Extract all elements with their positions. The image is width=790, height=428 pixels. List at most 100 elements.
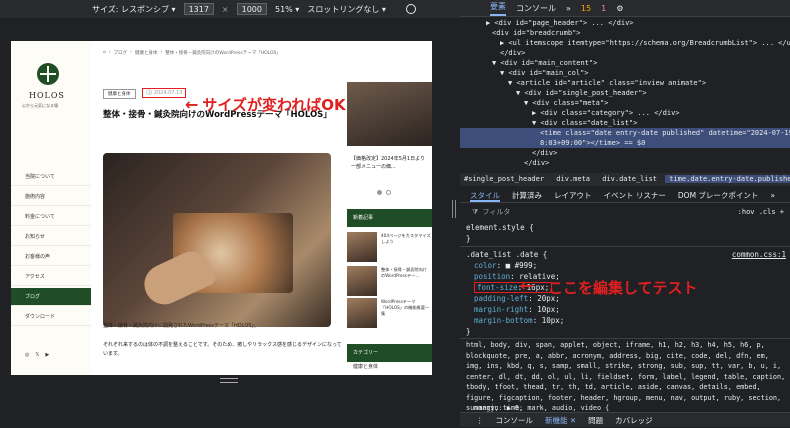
body-paragraph: 整体・接骨・鍼灸院向けに開発されたWordPressテーマ「HOLOS」。 (103, 323, 259, 329)
nav-item[interactable]: アクセス (11, 268, 91, 286)
width-input[interactable]: 1317 (183, 3, 214, 15)
warning-count[interactable]: 15 (581, 4, 591, 13)
tab-styles[interactable]: スタイル (470, 188, 500, 202)
slider-thumbnail[interactable] (347, 82, 432, 146)
dom-node[interactable]: ▼ <article id="article" class="inview an… (460, 78, 790, 88)
slider-dot[interactable] (386, 190, 391, 195)
slider-dot[interactable] (377, 190, 382, 195)
red-arrow-icon: ← (185, 95, 199, 114)
css-prop-row[interactable]: color: ■ #999; (460, 260, 790, 271)
tab-computed[interactable]: 計算済み (512, 188, 542, 202)
new-post-thumb[interactable] (347, 298, 377, 328)
dom-node[interactable]: </div> (460, 48, 790, 58)
dom-node[interactable]: </div> (460, 148, 790, 158)
dom-node[interactable]: ▼ <div id="single_post_header"> (460, 88, 790, 98)
new-post-item[interactable]: 404ページをカスタマイズしよう (347, 232, 432, 266)
slider-dots (377, 190, 391, 195)
error-count[interactable]: 1 (601, 4, 606, 13)
rotate-icon[interactable] (405, 4, 416, 14)
right-column: 【価格改定】2024年5月1日より一部メニューの価... 新着記事 404ページ… (347, 41, 432, 375)
styles-filter[interactable]: ⧩ フィルタ :hov .cls + (460, 205, 790, 220)
dom-node[interactable]: ▶ <div id="page_header"> ... </div> (460, 18, 790, 28)
rule-source-link[interactable]: common.css:1 (732, 249, 786, 260)
new-post-thumb[interactable] (347, 266, 377, 296)
new-post-title[interactable]: 整体・接骨・鍼灸院向けのWordPressテー... (381, 267, 431, 279)
new-post-item[interactable]: 整体・接骨・鍼灸院向けのWordPressテー... (347, 266, 432, 300)
dom-node-selected[interactable]: <time class="date entry-date published" … (460, 128, 790, 138)
tab-more[interactable]: » (566, 4, 571, 13)
dom-crumb-current[interactable]: time.date.entry-date.published (665, 175, 790, 183)
resize-handle-right[interactable] (452, 200, 456, 218)
social-links: ◎ 𝕏 ▶ (25, 352, 49, 358)
home-icon[interactable]: ⌂ (103, 50, 106, 56)
new-post-title[interactable]: WordPressテーマ「HOLOS」の機能概要一集 (381, 299, 431, 317)
css-prop-name: padding-left (474, 294, 529, 303)
breadcrumb-link[interactable]: 健康と身体 (135, 50, 158, 56)
dom-node[interactable]: ▶ <div class="category"> ... </div> (460, 108, 790, 118)
dom-crumb[interactable]: #single_post_header (460, 175, 548, 183)
drawer-menu-icon[interactable]: ⋮ (476, 413, 484, 427)
css-prop-name: color (474, 261, 497, 270)
throttle-dropdown[interactable]: スロットリングなし ▾ (307, 4, 386, 15)
filter-input[interactable]: フィルタ (482, 208, 510, 216)
css-prop-row[interactable]: margin-right: 10px; (460, 304, 790, 315)
drawer-tab-whats-new[interactable]: 新機能 ✕ (545, 413, 576, 427)
tab-layout[interactable]: レイアウト (554, 188, 592, 202)
dom-node[interactable]: ▼ <div class="date_list"> (460, 118, 790, 128)
instagram-icon[interactable]: ◎ (25, 352, 29, 358)
annotation-left-text: サイズが変わればOK (202, 96, 346, 114)
devtools-panel: 要素 コンソール » 15 1 ⚙ ▶ <div id="page_header… (460, 0, 790, 427)
element-style-open[interactable]: element.style { (460, 222, 790, 233)
css-prop-row[interactable]: margin-bottom: 10px; (460, 315, 790, 326)
dom-node[interactable]: ▼ <div class="meta"> (460, 98, 790, 108)
logo-icon[interactable] (37, 63, 59, 85)
resize-handle-bottom[interactable] (220, 378, 238, 383)
nav-item[interactable]: お客様の声 (11, 248, 91, 266)
nav-item[interactable]: 当院について (11, 168, 91, 186)
highlight-box: font-size: 16px; (474, 282, 553, 293)
tab-more[interactable]: » (770, 188, 775, 202)
slider-card-title[interactable]: 【価格改定】2024年5月1日より一部メニューの価... (347, 155, 432, 171)
filter-tools[interactable]: :hov .cls + (738, 205, 784, 220)
dom-crumb[interactable]: div.meta (552, 175, 594, 183)
tab-elements[interactable]: 要素 (490, 1, 506, 16)
youtube-icon[interactable]: ▶ (45, 352, 49, 358)
tab-console[interactable]: コンソール (516, 3, 556, 14)
height-input[interactable]: 1000 (236, 3, 267, 15)
size-dropdown[interactable]: サイズ: レスポンシブ ▾ (92, 4, 176, 15)
dom-node[interactable]: ▼ <div id="main_content"> (460, 58, 790, 68)
new-posts-heading: 新着記事 (347, 209, 432, 227)
brand-name[interactable]: HOLOS (29, 91, 65, 100)
drawer-tab-coverage[interactable]: カバレッジ (615, 413, 653, 427)
dom-node[interactable]: ▶ <ul itemscope itemtype="https://schema… (460, 38, 790, 48)
browser-viewport-area: サイズ: レスポンシブ ▾ 1317 × 1000 51% ▾ スロットリングな… (0, 0, 460, 427)
zoom-dropdown[interactable]: 51% ▾ (275, 5, 299, 14)
nav-item[interactable]: お知らせ (11, 228, 91, 246)
post-date: 🕓 2024.07.13 (142, 88, 187, 98)
new-post-thumb[interactable] (347, 232, 377, 262)
nav-item[interactable]: 料金について (11, 208, 91, 226)
css-prop-name: position (474, 272, 511, 281)
dom-crumb[interactable]: div.date_list (598, 175, 661, 183)
tab-event-listeners[interactable]: イベント リスナー (604, 188, 666, 202)
tab-dom-breakpoints[interactable]: DOM ブレークポイント (678, 188, 759, 202)
nav-item[interactable]: 施術内容 (11, 188, 91, 206)
gear-icon[interactable]: ⚙ (616, 4, 623, 13)
category-tag[interactable]: 健康と身体 (103, 89, 136, 99)
category-heading: カテゴリー (347, 344, 432, 362)
category-item[interactable]: 健康と身体 (347, 363, 432, 370)
dom-node-selected[interactable]: 8:03+09:00"></time> == $0 (460, 138, 790, 148)
x-icon[interactable]: 𝕏 (35, 352, 39, 358)
drawer-tab-issues[interactable]: 問題 (588, 413, 603, 427)
new-post-title[interactable]: 404ページをカスタマイズしよう (381, 233, 431, 245)
nav-item[interactable]: ダウンロード (11, 308, 91, 326)
dom-node[interactable]: <div id="breadcrumb"> (460, 28, 790, 38)
dom-node[interactable]: ▼ <div id="main_col"> (460, 68, 790, 78)
breadcrumb-link[interactable]: ブログ (114, 50, 128, 56)
css-prop-value: 10px; (537, 305, 560, 314)
drawer-tab-console[interactable]: コンソール (496, 413, 534, 427)
device-toolbar: サイズ: レスポンシブ ▾ 1317 × 1000 51% ▾ スロットリングな… (0, 0, 460, 18)
dom-node[interactable]: </div> (460, 158, 790, 168)
new-post-item[interactable]: WordPressテーマ「HOLOS」の機能概要一集 (347, 298, 432, 332)
nav-item-active[interactable]: ブログ (11, 288, 91, 306)
